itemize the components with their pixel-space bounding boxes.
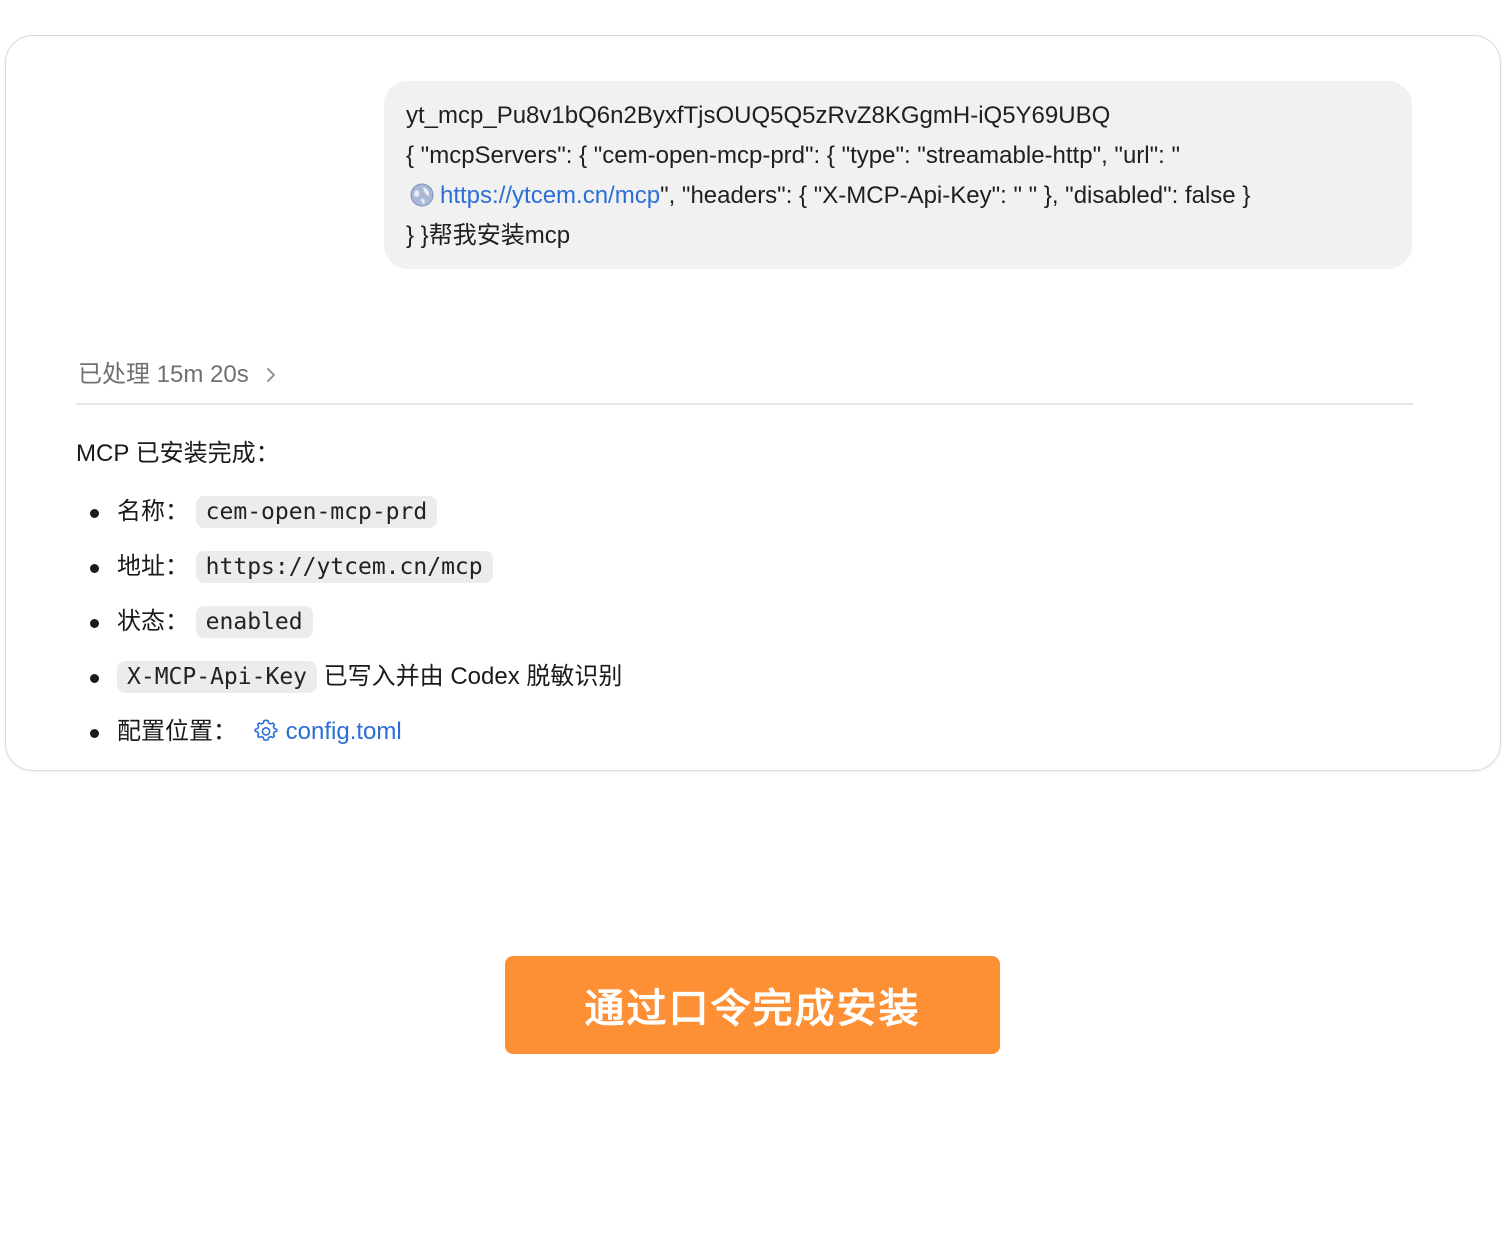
list-item-api-key: X-MCP-Api-Key 已写入并由 Codex 脱敏识别 [86,656,622,711]
api-key-note: 已写入并由 Codex 脱敏识别 [317,663,623,690]
install-via-passphrase-button[interactable]: 通过口令完成安装 [505,956,1000,1054]
list-item-config: 配置位置： config.toml [86,711,622,766]
gear-icon [254,719,278,741]
list-item-status: 状态： enabled [86,601,622,656]
processing-toggle[interactable]: 已处理 15m 20s [78,358,281,392]
user-message-line-2: { "mcpServers": { "cem-open-mcp-prd": { … [406,142,1180,169]
status-code: enabled [195,606,313,638]
item-label: 名称： [117,498,189,525]
user-message-line-1: yt_mcp_Pu8v1bQ6n2ByxfTjsOUQ5Q5zRvZ8KGgmH… [406,102,1111,129]
user-message-line-3-rest: ", "headers": { "X-MCP-Api-Key": " " }, … [660,182,1251,209]
list-item-address: 地址： https://ytcem.cn/mcp [86,546,622,601]
item-label: 状态： [117,608,189,635]
mcp-url-link[interactable]: https://ytcem.cn/mcp [440,182,660,209]
list-item-name: 名称： cem-open-mcp-prd [86,491,622,546]
bullet [90,674,99,683]
item-label: 地址： [117,553,189,580]
chevron-right-icon [267,368,276,382]
server-name-code: cem-open-mcp-prd [195,496,438,528]
globe-icon [410,183,434,207]
bullet [90,509,99,518]
processing-label: 已处理 15m 20s [78,361,249,388]
user-message-bubble: yt_mcp_Pu8v1bQ6n2ByxfTjsOUQ5Q5zRvZ8KGgmH… [384,81,1412,269]
chat-window: yt_mcp_Pu8v1bQ6n2ByxfTjsOUQ5Q5zRvZ8KGgmH… [5,35,1501,771]
user-message-line-4: } }帮我安装mcp [406,222,571,249]
response-heading: MCP 已安装完成： [76,440,280,467]
bullet [90,564,99,573]
bullet [90,729,99,738]
divider [76,403,1413,405]
install-details-list: 名称： cem-open-mcp-prd 地址： https://ytcem.c… [86,491,622,766]
config-file-link[interactable]: config.toml [286,718,402,745]
user-message-line-3: https://ytcem.cn/mcp", "headers": { "X-M… [406,176,1390,216]
server-url-code: https://ytcem.cn/mcp [195,551,493,583]
item-label: 配置位置： [117,718,237,745]
api-key-code: X-MCP-Api-Key [117,661,318,693]
bullet [90,619,99,628]
